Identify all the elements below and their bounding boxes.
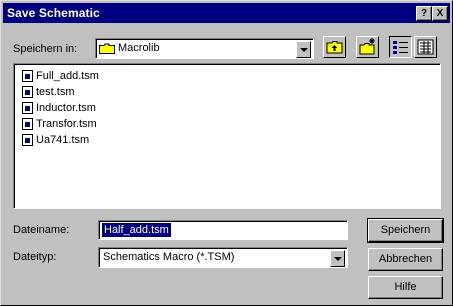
chevron-down-icon[interactable] xyxy=(296,41,311,58)
list-view-button[interactable] xyxy=(389,36,412,58)
file-name: Transfor.tsm xyxy=(36,118,97,130)
file-name: test.tsm xyxy=(36,86,75,98)
save-schematic-dialog: Save Schematic ? X Speichern in: Macroli… xyxy=(0,0,453,306)
up-one-level-button[interactable] xyxy=(323,36,346,58)
file-icon xyxy=(22,70,33,82)
file-icon xyxy=(22,134,33,146)
title-bar[interactable]: Save Schematic ? X xyxy=(3,3,450,23)
details-icon xyxy=(417,39,434,55)
filetype-dropdown[interactable]: Schematics Macro (*.TSM) xyxy=(98,247,348,268)
new-folder-button[interactable] xyxy=(356,36,379,58)
file-name: Ua741.tsm xyxy=(36,134,90,146)
save-in-dropdown[interactable]: Macrolib xyxy=(95,38,314,59)
file-name: Full_add.tsm xyxy=(36,70,99,82)
close-button[interactable]: X xyxy=(432,6,448,21)
filename-field[interactable]: Half_add.tsm xyxy=(98,220,348,240)
details-view-button[interactable] xyxy=(414,36,437,58)
save-in-label: Speichern in: xyxy=(13,43,78,55)
cancel-button[interactable]: Abbrechen xyxy=(368,248,443,271)
filename-label: Dateiname: xyxy=(13,224,70,236)
filetype-value: Schematics Macro (*.TSM) xyxy=(103,251,235,263)
help-title-button[interactable]: ? xyxy=(416,6,432,21)
file-list[interactable]: Full_add.tsm test.tsm Inductor.tsm Trans… xyxy=(13,63,441,209)
chevron-down-icon[interactable] xyxy=(330,250,345,267)
folder-up-icon xyxy=(326,41,343,54)
file-icon xyxy=(22,86,33,98)
filename-value: Half_add.tsm xyxy=(102,223,171,237)
list-icon xyxy=(393,41,408,54)
file-name: Inductor.tsm xyxy=(36,102,96,114)
file-icon xyxy=(22,102,33,114)
window-title: Save Schematic xyxy=(7,6,100,20)
help-button[interactable]: Hilfe xyxy=(368,276,443,299)
save-button[interactable]: Speichern xyxy=(367,218,444,243)
save-in-value: Macrolib xyxy=(118,42,160,54)
new-folder-icon xyxy=(359,38,375,55)
filetype-label: Dateityp: xyxy=(13,251,57,263)
folder-icon xyxy=(99,43,115,54)
file-icon xyxy=(22,118,33,130)
